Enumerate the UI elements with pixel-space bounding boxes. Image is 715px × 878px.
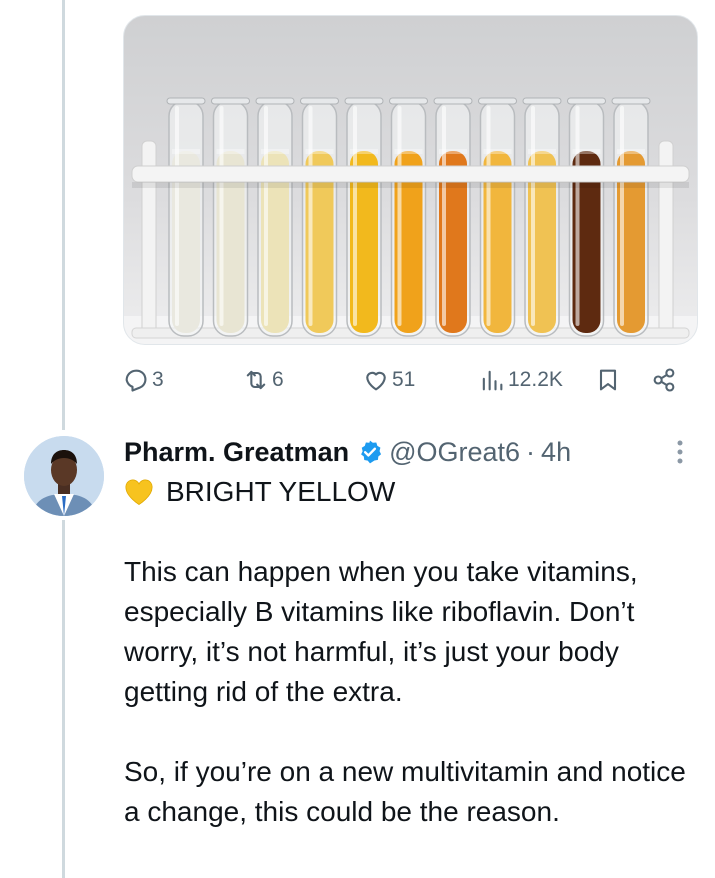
thread-line-bottom [62, 520, 65, 878]
like-count: 51 [392, 368, 416, 391]
test-tube-rim [344, 97, 384, 105]
tweet-media-image[interactable] [123, 15, 698, 345]
test-tube-rim [255, 97, 295, 105]
tweet-header: Pharm. Greatman @OGreat6 · 4h [124, 432, 684, 472]
more-icon[interactable] [676, 438, 684, 466]
repost-icon [246, 370, 266, 390]
test-tube-rim [522, 97, 562, 105]
views-icon [482, 370, 503, 391]
test-tube-rim [433, 97, 473, 105]
test-tube-highlight [175, 106, 179, 326]
test-tube-rim [478, 97, 517, 105]
bookmark-button[interactable] [594, 366, 622, 394]
test-tube-rim [211, 97, 250, 105]
share-button[interactable] [650, 366, 678, 394]
bookmark-icon [599, 369, 617, 391]
tweet-actions-bar: 3 6 51 12.2K [122, 360, 687, 402]
yellow-heart-icon [125, 479, 153, 505]
test-tube-highlight [308, 106, 313, 326]
test-tube-highlight [397, 106, 402, 326]
author-name[interactable]: Pharm. Greatman [124, 437, 349, 468]
reply-button[interactable]: 3 [122, 366, 164, 394]
separator-dot: · [526, 436, 536, 467]
test-tube-highlight [531, 106, 535, 326]
repost-count: 6 [272, 368, 284, 391]
test-tubes-illustration [124, 97, 697, 344]
like-button[interactable]: 51 [362, 366, 415, 394]
tweet-headline-line: BRIGHT YELLOW [124, 472, 699, 512]
rack-rail-shadow [132, 182, 689, 188]
like-icon [366, 371, 386, 391]
test-tube-highlight [264, 106, 268, 326]
thread-line-top [62, 0, 65, 430]
verified-icon [361, 440, 382, 464]
author-handle[interactable]: @OGreat6 [389, 437, 520, 468]
test-tube-rim [166, 97, 206, 105]
test-tube-highlight [575, 106, 580, 326]
tweet-paragraph-1: This can happen when you take vitamins, … [124, 556, 638, 707]
views-count: 12.2K [508, 368, 563, 391]
tweet-paragraph-2: So, if you’re on a new multivitamin and … [124, 756, 686, 827]
tweet-headline: BRIGHT YELLOW [166, 476, 396, 507]
share-icon [653, 368, 675, 392]
repost-button[interactable]: 6 [242, 366, 284, 394]
test-tube-rim [611, 97, 651, 105]
test-tube-highlight [486, 106, 491, 326]
views-button[interactable]: 12.2K [478, 366, 563, 394]
test-tube-highlight [620, 106, 624, 326]
rack-top-rail [131, 165, 690, 183]
tweet-timestamp[interactable]: 4h [541, 437, 571, 468]
author-avatar[interactable] [24, 436, 104, 516]
test-tube-rim [300, 97, 339, 105]
test-tube-highlight [442, 106, 446, 326]
avatar-photo [24, 436, 104, 516]
reply-icon [125, 369, 147, 392]
test-tube-rim [389, 97, 428, 105]
test-tube-highlight [219, 106, 224, 326]
reply-count: 3 [152, 368, 164, 391]
test-tube-highlight [353, 106, 357, 326]
test-tube-rim [567, 97, 606, 105]
